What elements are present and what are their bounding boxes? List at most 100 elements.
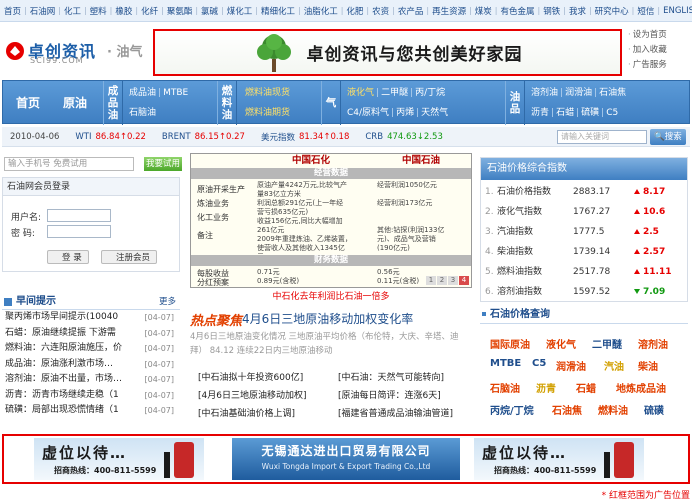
top-nav-item[interactable]: 研究中心 — [595, 5, 629, 17]
index-row[interactable]: 2. 液化气指数 1767.27 10.6 — [481, 204, 687, 220]
nav-item-c5[interactable]: C5 — [606, 108, 618, 118]
ticker-key[interactable]: WTI — [75, 132, 91, 142]
news-more-link[interactable]: 更多 — [159, 294, 176, 310]
nav-item-mtbe[interactable]: MTBE — [163, 88, 188, 98]
price-query-link[interactable]: 石脑油 — [490, 380, 520, 395]
nav-item-propane[interactable]: 丙/丁烷 — [415, 88, 445, 98]
top-nav-item[interactable]: 化肥 — [346, 5, 363, 17]
top-nav-item[interactable]: 首页 — [4, 5, 21, 17]
top-nav-item[interactable]: 农产品 — [398, 5, 424, 17]
index-row[interactable]: 6. 溶剂油指数 1597.52 7.09 — [481, 284, 687, 300]
news-item[interactable]: 燃料油：六连阳原油施压，价 [04-07] — [2, 341, 180, 357]
page-dot[interactable]: 3 — [448, 276, 458, 285]
price-query-link[interactable]: 液化气 — [546, 336, 576, 351]
nav-item-sulfur[interactable]: 硫磺 — [581, 108, 599, 118]
index-row[interactable]: 5. 燃料油指数 2517.78 11.11 — [481, 264, 687, 280]
price-query-link[interactable]: 国际原油 — [490, 336, 530, 351]
top-nav-item[interactable]: 氯碱 — [201, 5, 218, 17]
top-nav-item[interactable]: 煤化工 — [227, 5, 253, 17]
top-ad-banner[interactable]: 卓创资讯与您共创美好家园 — [153, 29, 622, 76]
index-row[interactable]: 4. 柴油指数 1739.14 2.57 — [481, 244, 687, 260]
nav-cat-gas[interactable]: 气 — [321, 81, 341, 125]
trial-button[interactable]: 我要试用 — [144, 157, 182, 171]
bottom-ad-banner[interactable]: 虚位以待… 招商热线：400-811-5599 无锡通达进出口贸易有限公司 Wu… — [2, 434, 690, 484]
news-item[interactable]: 聚丙烯市场早间提示(10040 [04-07] — [2, 310, 180, 326]
top-nav-item[interactable]: 石油网 — [30, 5, 56, 17]
nav-item-naphtha[interactable]: 石脑油 — [129, 108, 156, 118]
top-nav-item[interactable]: 钢铁 — [543, 5, 560, 17]
price-query-link[interactable]: 二甲醚 — [592, 336, 622, 351]
top-nav-item[interactable]: ENGLISH — [663, 6, 692, 16]
nav-item-asphalt[interactable]: 沥青 — [531, 108, 549, 118]
top-nav-item[interactable]: 油脂化工 — [304, 5, 338, 17]
news-link[interactable]: [原油每日简评：连涨6天] — [338, 388, 441, 401]
register-button[interactable]: 注册会员 — [101, 250, 158, 264]
nav-item-fuel-futures[interactable]: 燃料油期货 — [245, 108, 290, 118]
price-query-link[interactable]: C5 — [532, 358, 546, 369]
site-logo[interactable]: 卓创资讯 SCI99.COM · 油气 — [2, 38, 150, 68]
company-compare-table[interactable]: 中国石化 中国石油 经营数据 原油开采生产 炼油业务 化工业务 备注 原油产量4… — [190, 153, 472, 288]
top-nav-item[interactable]: 塑料 — [90, 5, 107, 17]
ticker-key[interactable]: 美元指数 — [261, 131, 295, 143]
price-query-link[interactable]: MTBE — [490, 358, 521, 369]
price-query-link[interactable]: 石蜡 — [576, 380, 596, 395]
top-nav-item[interactable]: 有色金属 — [501, 5, 535, 17]
username-field[interactable] — [47, 209, 111, 222]
price-query-link[interactable]: 地炼成品油 — [616, 380, 666, 395]
add-favorite-link[interactable]: 加入收藏 — [628, 43, 692, 58]
focus-headline[interactable]: 4月6日三地原油移动加权变化率 — [242, 310, 413, 327]
nav-item-paraffin[interactable]: 石蜡 — [556, 108, 574, 118]
news-item[interactable]: 硫磺：局部出现恐慌情绪（1 [04-07] — [2, 403, 180, 419]
vacant-ad-left[interactable]: 虚位以待… 招商热线：400-811-5599 — [34, 438, 204, 480]
top-nav-item[interactable]: 煤炭 — [475, 5, 492, 17]
news-link[interactable]: [中石油基础油价格上调] — [198, 406, 295, 419]
nav-item-refined-oil[interactable]: 成品油 — [129, 88, 156, 98]
price-query-link[interactable]: 柴油 — [638, 358, 658, 373]
nav-home[interactable]: 首页 — [5, 81, 51, 125]
top-nav-item[interactable]: 我求 — [569, 5, 586, 17]
nav-item-fuel-spot[interactable]: 燃料油现货 — [245, 88, 290, 98]
top-nav-item[interactable]: 精细化工 — [261, 5, 295, 17]
ad-service-link[interactable]: 广告服务 — [628, 58, 692, 73]
password-field[interactable] — [47, 225, 111, 238]
news-item[interactable]: 石蜡：原油继续提振 下游需 [04-07] — [2, 325, 180, 341]
top-nav-item[interactable]: 化工 — [64, 5, 81, 17]
price-query-link[interactable]: 石油焦 — [552, 402, 582, 417]
top-nav-item[interactable]: 短信 — [637, 5, 654, 17]
price-query-link[interactable]: 润滑油 — [556, 358, 586, 373]
news-link[interactable]: [福建省普通成品油输油管道] — [338, 406, 453, 419]
top-nav-item[interactable]: 农资 — [372, 5, 389, 17]
nav-cat-oil-products[interactable]: 油品 — [505, 81, 525, 125]
nav-item-c4[interactable]: C4/原料气 — [347, 108, 389, 118]
nav-cat-refined[interactable]: 成品油 — [103, 81, 123, 125]
news-link[interactable]: [中石油拟十年投资600亿] — [198, 370, 303, 383]
phone-input[interactable]: 输入手机号 免费试用 — [4, 157, 134, 171]
vacant-ad-right[interactable]: 虚位以待… 招商热线：400-811-5599 — [474, 438, 644, 480]
nav-item-petcoke[interactable]: 石油焦 — [599, 88, 626, 98]
nav-cat-fuel[interactable]: 燃料油 — [217, 81, 237, 125]
search-button[interactable]: 🔍搜索 — [650, 129, 686, 145]
page-dot[interactable]: 1 — [426, 276, 436, 285]
nav-item-natural-gas[interactable]: 天然气 — [421, 108, 448, 118]
index-row[interactable]: 3. 汽油指数 1777.5 2.5 — [481, 224, 687, 240]
set-homepage-link[interactable]: 设为首页 — [628, 28, 692, 43]
login-button[interactable]: 登 录 — [47, 250, 89, 264]
nav-crude[interactable]: 原油 — [51, 81, 99, 125]
top-nav-item[interactable]: 化纤 — [141, 5, 158, 17]
top-nav-item[interactable]: 橡胶 — [115, 5, 132, 17]
search-input[interactable]: 请输入关键词 — [557, 130, 647, 144]
price-query-link[interactable]: 沥青 — [536, 380, 556, 395]
page-dot-active[interactable]: 4 — [459, 276, 469, 285]
nav-item-lpg[interactable]: 液化气 — [347, 88, 374, 98]
price-query-link[interactable]: 硫磺 — [644, 402, 664, 417]
nav-item-dme[interactable]: 二甲醚 — [381, 88, 408, 98]
nav-item-lube[interactable]: 润滑油 — [565, 88, 592, 98]
index-row[interactable]: 1. 石油价格指数 2883.17 8.17 — [481, 184, 687, 200]
nav-item-propylene[interactable]: 丙烯 — [396, 108, 414, 118]
top-nav-item[interactable]: 聚氨酯 — [167, 5, 193, 17]
news-link[interactable]: [中石油：天然气可能转向] — [338, 370, 444, 383]
news-link[interactable]: [4月6日三地原油移动加权] — [198, 388, 306, 401]
ticker-key[interactable]: CRB — [365, 132, 383, 142]
price-query-link[interactable]: 溶剂油 — [638, 336, 668, 351]
price-query-link[interactable]: 燃料油 — [598, 402, 628, 417]
